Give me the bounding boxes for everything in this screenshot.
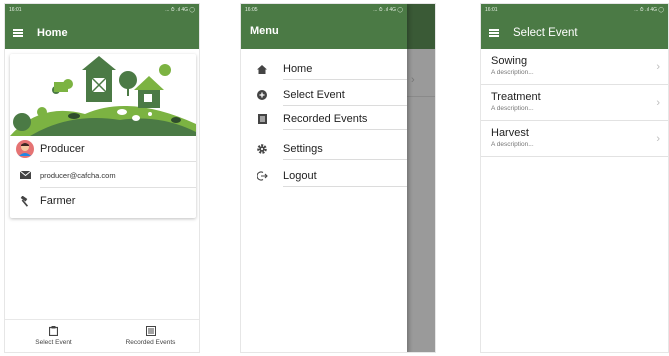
- event-name: Harvest: [491, 127, 529, 139]
- hammer-icon: [10, 195, 40, 207]
- status-icons: ... ⏱ .ıl 4G ◯: [165, 7, 195, 13]
- status-icons: ... ⏱ .ıl 4G ◯: [373, 7, 403, 13]
- menu-item-logout[interactable]: Logout: [241, 165, 407, 187]
- profile-email: producer@cafcha.com: [40, 170, 116, 180]
- menu-item-recorded-events[interactable]: Recorded Events: [241, 108, 407, 130]
- page-title: Home: [37, 27, 68, 39]
- menu-item-label: Recorded Events: [283, 113, 368, 125]
- page-title: Select Event: [513, 27, 578, 39]
- navigation-drawer: 16:05 ... ⏱ .ıl 4G ◯ Menu Home Select Ev…: [241, 4, 407, 352]
- screenshot-stage: 16:01 ... ⏱ .ıl 4G ◯ Home Producer produ…: [0, 0, 669, 356]
- status-bar: 16:01 ... ⏱ .ıl 4G ◯: [5, 4, 199, 17]
- profile-name: Producer: [40, 143, 85, 155]
- avatar: [10, 140, 40, 158]
- event-item-harvest[interactable]: Harvest A description... ›: [481, 121, 668, 157]
- nav-select-event-label: Select Event: [35, 339, 72, 346]
- profile-role: Farmer: [40, 195, 76, 207]
- event-name: Treatment: [491, 91, 541, 103]
- status-icons: ... ⏱ .ıl 4G ◯: [634, 7, 664, 13]
- chevron-right-icon: ›: [411, 74, 415, 86]
- gear-icon: [257, 144, 267, 154]
- bottom-navigation: Select Event Recorded Events: [5, 319, 199, 352]
- list-icon: [257, 114, 267, 124]
- status-time: 16:01: [485, 7, 498, 13]
- menu-item-home[interactable]: Home: [241, 58, 407, 80]
- status-time: 16:05: [245, 7, 258, 13]
- nav-select-event[interactable]: Select Event: [5, 320, 102, 352]
- event-description: A description...: [491, 141, 534, 148]
- menu-item-settings[interactable]: Settings: [241, 138, 407, 160]
- profile-role-row: Farmer: [10, 188, 196, 214]
- status-bar: 16:05 ... ⏱ .ıl 4G ◯: [241, 4, 407, 17]
- home-icon: [257, 64, 267, 74]
- list-icon: [145, 326, 156, 336]
- nav-recorded-events[interactable]: Recorded Events: [102, 320, 199, 352]
- menu-item-label: Home: [283, 63, 313, 75]
- farm-illustration: [10, 54, 196, 136]
- app-bar: Select Event: [481, 17, 668, 49]
- menu-item-label: Select Event: [283, 89, 345, 101]
- home-screen: 16:01 ... ⏱ .ıl 4G ◯ Home Producer produ…: [4, 3, 200, 353]
- event-name: Sowing: [491, 55, 528, 67]
- profile-card: Producer producer@cafcha.com Farmer: [10, 54, 196, 218]
- menu-icon[interactable]: [13, 29, 23, 37]
- clipboard-icon: [49, 326, 58, 336]
- menu-item-label: Logout: [283, 170, 317, 182]
- profile-email-row: producer@cafcha.com: [10, 162, 196, 188]
- menu-icon[interactable]: [489, 29, 499, 37]
- drawer-title: Menu: [250, 25, 279, 37]
- chevron-right-icon: ›: [656, 97, 660, 109]
- profile-name-row: Producer: [10, 136, 196, 162]
- menu-item-label: Settings: [283, 143, 323, 155]
- event-item-sowing[interactable]: Sowing A description... ›: [481, 49, 668, 85]
- status-bar: 16:01 ... ⏱ .ıl 4G ◯: [481, 4, 668, 17]
- nav-recorded-events-label: Recorded Events: [125, 339, 176, 346]
- menu-item-select-event[interactable]: Select Event: [241, 84, 407, 106]
- logout-icon: [256, 171, 268, 181]
- select-event-screen: 16:01 ... ⏱ .ıl 4G ◯ Select Event Sowing…: [480, 3, 669, 353]
- event-item-treatment[interactable]: Treatment A description... ›: [481, 85, 668, 121]
- drawer-header: 16:05 ... ⏱ .ıl 4G ◯ Menu: [241, 4, 407, 49]
- event-description: A description...: [491, 105, 534, 112]
- app-bar: Home: [5, 17, 199, 49]
- chevron-right-icon: ›: [656, 133, 660, 145]
- status-time: 16:01: [9, 7, 22, 13]
- menu-screen: › 16:05 ... ⏱ .ıl 4G ◯ Menu Home Select …: [240, 3, 436, 353]
- event-description: A description...: [491, 69, 534, 76]
- add-circle-icon: [257, 90, 267, 100]
- email-icon: [10, 171, 40, 179]
- chevron-right-icon: ›: [656, 61, 660, 73]
